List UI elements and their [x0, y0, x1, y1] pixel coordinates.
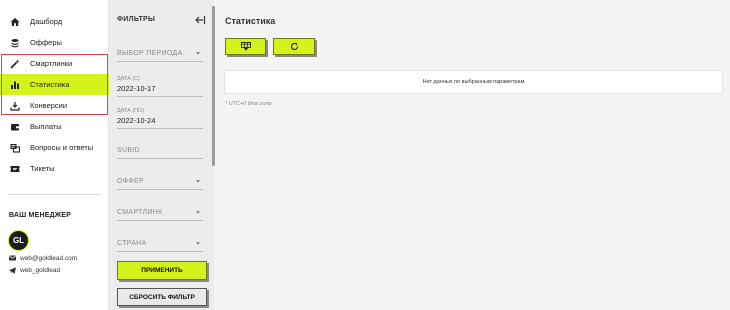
empty-state-text: Нет данных по выбранным параметрам: [422, 79, 525, 85]
manager-email-text: web@goldlead.com: [20, 254, 78, 262]
layers-icon: [9, 37, 21, 49]
faq-icon: [9, 142, 21, 154]
table-filter-icon: [240, 42, 251, 51]
manager-title: ВАШ МЕНЕДЖЕР: [9, 212, 72, 219]
subid-placeholder: SUBID: [117, 147, 140, 154]
refresh-button[interactable]: [273, 38, 315, 55]
sidebar-item-label: Вопросы и ответы: [30, 143, 94, 152]
sidebar-item-offers[interactable]: Офферы: [0, 32, 109, 53]
chevron-down-icon: [196, 180, 200, 183]
sidebar-item-label: Дашборд: [30, 17, 63, 26]
reset-filters-button[interactable]: СБРОСИТЬ ФИЛЬТР: [117, 288, 207, 306]
date-from-field[interactable]: ДАТА (С) 2022-10-17: [117, 76, 203, 97]
sidebar-item-dashboard[interactable]: Дашборд: [0, 11, 109, 32]
sidebar-item-label: Офферы: [30, 38, 62, 47]
period-select[interactable]: ВЫБОР ПЕРИОДА: [117, 50, 203, 62]
sidebar-item-tickets[interactable]: Тикеты: [0, 158, 109, 179]
country-select-placeholder: СТРАНА: [117, 240, 147, 247]
period-select-placeholder: ВЫБОР ПЕРИОДА: [117, 50, 183, 57]
wallet-icon: [9, 121, 21, 133]
sidebar-item-label: Выплаты: [30, 122, 62, 131]
filters-title: ФИЛЬТРЫ: [117, 16, 156, 23]
manager-telegram-text: web_goldlead: [20, 266, 61, 274]
chevron-down-icon: [196, 242, 200, 245]
subid-input[interactable]: SUBID: [117, 147, 203, 159]
date-to-value: 2022-10-24: [117, 116, 156, 125]
telegram-icon: [9, 266, 17, 274]
chevron-down-icon: [196, 211, 200, 214]
page-title: Статистика: [225, 16, 276, 26]
mail-icon: [9, 254, 17, 262]
filters-scrollbar[interactable]: [212, 6, 215, 166]
offer-select-placeholder: ОФФЕР: [117, 178, 144, 185]
sidebar: Дашборд Офферы Смартлинки Статистика Кон: [0, 0, 109, 310]
smartlink-select[interactable]: СМАРТЛИНК: [117, 209, 203, 221]
sidebar-item-payouts[interactable]: Выплаты: [0, 116, 109, 137]
refresh-icon: [290, 42, 298, 50]
offer-select[interactable]: ОФФЕР: [117, 178, 203, 190]
manager-telegram[interactable]: web_goldlead: [9, 266, 60, 274]
apply-filters-button[interactable]: ПРИМЕНИТЬ: [117, 261, 207, 280]
app-root: Дашборд Офферы Смартлинки Статистика Кон: [0, 0, 730, 310]
timezone-note: * UTC+0 time zone: [225, 101, 272, 107]
statistics-table: Нет данных по выбранным параметрам: [224, 70, 723, 94]
chevron-down-icon: [196, 52, 200, 55]
date-to-label: ДАТА (ПО): [117, 108, 145, 114]
highlight-box: [1, 54, 108, 115]
sidebar-item-faq[interactable]: Вопросы и ответы: [0, 137, 109, 158]
manager-email[interactable]: web@goldlead.com: [9, 254, 77, 262]
arrow-left-collapse-icon: [195, 16, 206, 24]
collapse-filters-button[interactable]: [194, 13, 206, 25]
avatar: GL: [8, 230, 29, 251]
sidebar-item-label: Тикеты: [30, 164, 55, 173]
date-from-value: 2022-10-17: [117, 84, 156, 93]
home-icon: [9, 16, 21, 28]
column-settings-button[interactable]: [225, 38, 266, 55]
country-select[interactable]: СТРАНА: [117, 240, 203, 252]
date-from-label: ДАТА (С): [117, 76, 140, 82]
ticket-icon: [9, 163, 21, 175]
sidebar-divider: [8, 194, 101, 195]
date-to-field[interactable]: ДАТА (ПО) 2022-10-24: [117, 108, 203, 129]
smartlink-select-placeholder: СМАРТЛИНК: [117, 209, 163, 216]
